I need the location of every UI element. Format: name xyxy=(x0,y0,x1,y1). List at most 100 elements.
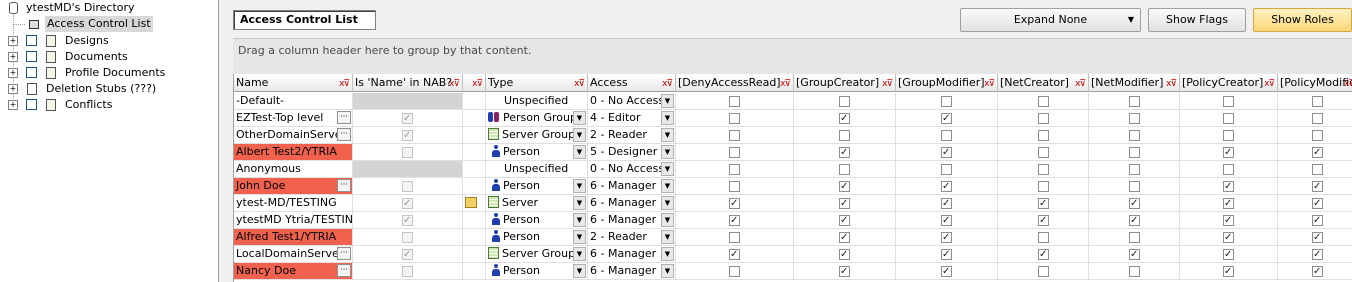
cell-name[interactable]: ytestMD Ytria/TESTING xyxy=(234,212,353,229)
chevron-down-icon[interactable]: ▼ xyxy=(661,213,674,227)
flag-checkbox[interactable] xyxy=(1129,247,1140,262)
flag-checkbox[interactable] xyxy=(941,196,952,211)
flag-checkbox[interactable] xyxy=(1312,113,1323,124)
tree-item[interactable]: Documents xyxy=(65,49,128,65)
flag-checkbox[interactable] xyxy=(1223,264,1234,279)
cell-type[interactable]: Person ▼ xyxy=(486,178,588,195)
show-flags-button[interactable]: Show Flags xyxy=(1148,8,1246,32)
show-roles-button[interactable]: Show Roles xyxy=(1253,8,1352,32)
expand-toggle-icon[interactable]: + xyxy=(8,52,18,62)
flag-checkbox[interactable] xyxy=(1129,164,1140,175)
tree-checkbox[interactable] xyxy=(26,35,37,46)
flag-checkbox[interactable] xyxy=(1223,164,1234,175)
flag-checkbox[interactable] xyxy=(1129,181,1140,192)
chevron-down-icon[interactable]: ▼ xyxy=(573,111,586,125)
table-row[interactable]: ytestMD Ytria/TESTING Person ▼ 6 - Manager ▼ xyxy=(234,212,1352,229)
filter-icon[interactable]: x⊽ xyxy=(1075,75,1086,91)
header-col-policy-creator[interactable]: [PolicyCreator] x⊽ xyxy=(1180,74,1278,92)
cell-type[interactable]: Server ▼ xyxy=(486,195,588,212)
cell-access[interactable]: 0 - No Access ▼ xyxy=(588,93,676,110)
table-row[interactable]: Anonymous Unspecified 0 - No Access ▼ xyxy=(234,161,1352,178)
flag-checkbox[interactable] xyxy=(729,232,740,243)
cell-name[interactable]: Nancy Doe ··· xyxy=(234,263,353,280)
flag-checkbox[interactable] xyxy=(1312,179,1323,194)
flag-checkbox[interactable] xyxy=(839,96,850,107)
flag-checkbox[interactable] xyxy=(1312,196,1323,211)
tree-root[interactable]: ytestMD's Directory xyxy=(26,0,135,16)
ellipsis-button[interactable]: ··· xyxy=(337,111,351,124)
ellipsis-button[interactable]: ··· xyxy=(337,179,351,192)
cell-name[interactable]: LocalDomainServers ··· xyxy=(234,246,353,263)
filter-icon[interactable]: x⊽ xyxy=(472,75,483,91)
flag-checkbox[interactable] xyxy=(1312,130,1323,141)
group-by-bar[interactable]: Drag a column header here to group by th… xyxy=(233,38,1352,74)
header-col-policy-modifier[interactable]: [PolicyModifier]x⊽ xyxy=(1278,74,1352,92)
table-row[interactable]: -Default- Unspecified 0 - No Access ▼ xyxy=(234,93,1352,110)
flag-checkbox[interactable] xyxy=(839,179,850,194)
flag-checkbox[interactable] xyxy=(941,213,952,228)
header-col-type[interactable]: Type x⊽ xyxy=(486,74,588,92)
header-col-role[interactable]: x⊽ xyxy=(463,74,486,92)
flag-checkbox[interactable] xyxy=(1038,266,1049,277)
table-row[interactable]: Albert Test2/YTRIA Person ▼ 5 - Designer ▼ xyxy=(234,144,1352,161)
filter-icon[interactable]: x⊽ xyxy=(882,75,893,91)
filter-icon[interactable]: x⊽ xyxy=(1264,75,1275,91)
flag-checkbox[interactable] xyxy=(941,230,952,245)
chevron-down-icon[interactable]: ▼ xyxy=(661,94,674,108)
flag-checkbox[interactable] xyxy=(839,213,850,228)
table-row[interactable]: ytest-MD/TESTING Server ▼ 6 - Manager ▼ xyxy=(234,195,1352,212)
chevron-down-icon[interactable]: ▼ xyxy=(661,128,674,142)
chevron-down-icon[interactable]: ▼ xyxy=(661,111,674,125)
chevron-down-icon[interactable]: ▼ xyxy=(573,196,586,210)
ellipsis-button[interactable]: ··· xyxy=(337,264,351,277)
flag-checkbox[interactable] xyxy=(941,96,952,107)
cell-access[interactable]: 6 - Manager ▼ xyxy=(588,195,676,212)
flag-checkbox[interactable] xyxy=(1038,164,1049,175)
flag-checkbox[interactable] xyxy=(941,130,952,141)
flag-checkbox[interactable] xyxy=(839,247,850,262)
expand-dropdown[interactable]: Expand None ▼ xyxy=(960,8,1141,32)
header-col-net-modifier[interactable]: [NetModifier] x⊽ xyxy=(1089,74,1180,92)
filter-icon[interactable]: x⊽ xyxy=(449,75,460,91)
flag-checkbox[interactable] xyxy=(1223,179,1234,194)
filter-icon[interactable]: x⊽ xyxy=(339,75,350,91)
header-col-group-creator[interactable]: [GroupCreator] x⊽ xyxy=(794,74,896,92)
cell-name[interactable]: Anonymous xyxy=(234,161,353,178)
table-row[interactable]: Nancy Doe ··· Person ▼ 6 - Manager ▼ xyxy=(234,263,1352,280)
flag-checkbox[interactable] xyxy=(1038,130,1049,141)
cell-access[interactable]: 4 - Editor ▼ xyxy=(588,110,676,127)
flag-checkbox[interactable] xyxy=(729,96,740,107)
flag-checkbox[interactable] xyxy=(729,147,740,158)
header-col-deny-access-read[interactable]: [DenyAccessRead] x⊽ xyxy=(676,74,794,92)
flag-checkbox[interactable] xyxy=(729,196,740,211)
header-col-group-modifier[interactable]: [GroupModifier] x⊽ xyxy=(896,74,998,92)
flag-checkbox[interactable] xyxy=(1312,264,1323,279)
flag-checkbox[interactable] xyxy=(1038,113,1049,124)
tree-checkbox[interactable] xyxy=(26,99,37,110)
flag-checkbox[interactable] xyxy=(1312,230,1323,245)
flag-checkbox[interactable] xyxy=(1129,147,1140,158)
flag-checkbox[interactable] xyxy=(941,179,952,194)
tree-item[interactable]: Conflicts xyxy=(65,97,112,113)
cell-type[interactable]: Unspecified xyxy=(486,93,588,110)
flag-checkbox[interactable] xyxy=(729,164,740,175)
filter-icon[interactable]: x⊽ xyxy=(780,75,791,91)
chevron-down-icon[interactable]: ▼ xyxy=(573,230,586,244)
table-row[interactable]: LocalDomainServers···Server Group▼6 - Ma… xyxy=(234,246,1352,263)
expand-toggle-icon[interactable]: + xyxy=(8,36,18,46)
flag-checkbox[interactable] xyxy=(1038,213,1049,228)
chevron-down-icon[interactable]: ▼ xyxy=(573,247,586,261)
filter-icon[interactable]: x⊽ xyxy=(574,75,585,91)
cell-name[interactable]: -Default- xyxy=(234,93,353,110)
tree-item[interactable]: Designs xyxy=(65,33,109,49)
cell-type[interactable]: Person ▼ xyxy=(486,212,588,229)
flag-checkbox[interactable] xyxy=(729,247,740,262)
ellipsis-button[interactable]: ··· xyxy=(337,128,351,141)
flag-checkbox[interactable] xyxy=(941,247,952,262)
flag-checkbox[interactable] xyxy=(1223,96,1234,107)
chevron-down-icon[interactable]: ▼ xyxy=(661,196,674,210)
flag-checkbox[interactable] xyxy=(941,145,952,160)
flag-checkbox[interactable] xyxy=(1129,196,1140,211)
expand-toggle-icon[interactable]: + xyxy=(8,84,18,94)
cell-type[interactable]: Person ▼ xyxy=(486,144,588,161)
